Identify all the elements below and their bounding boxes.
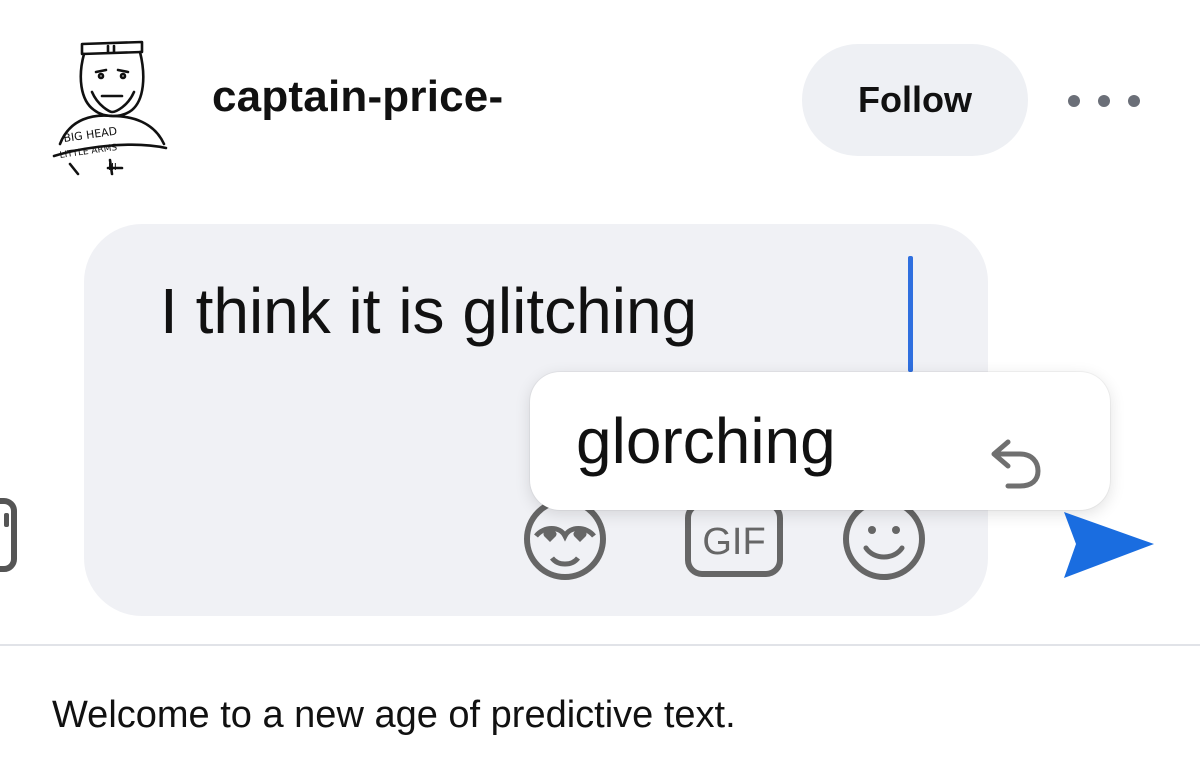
dot: [1068, 95, 1080, 107]
dot: [1098, 95, 1110, 107]
post-caption: Welcome to a new age of predictive text.: [52, 694, 736, 736]
predictive-suggestion[interactable]: glorching: [530, 372, 1110, 510]
message-input-text[interactable]: I think it is glitching: [160, 276, 697, 347]
dot: [1128, 95, 1140, 107]
svg-text:III: III: [108, 162, 117, 173]
divider: [0, 644, 1200, 646]
text-cursor: [908, 256, 913, 372]
send-icon[interactable]: [1058, 504, 1158, 584]
avatar[interactable]: BIG HEAD LITTLE ARMS III: [50, 36, 178, 176]
more-options-icon[interactable]: [1068, 88, 1140, 114]
follow-button[interactable]: Follow: [802, 44, 1028, 156]
gif-label: GIF: [702, 521, 765, 563]
username[interactable]: captain-price-: [212, 72, 503, 122]
svg-text:LITTLE ARMS: LITTLE ARMS: [59, 143, 118, 161]
attachment-icon[interactable]: [0, 497, 18, 573]
post-screen: BIG HEAD LITTLE ARMS III captain-price- …: [0, 0, 1200, 762]
undo-icon: [991, 439, 1041, 489]
suggestion-text: glorching: [576, 405, 836, 477]
